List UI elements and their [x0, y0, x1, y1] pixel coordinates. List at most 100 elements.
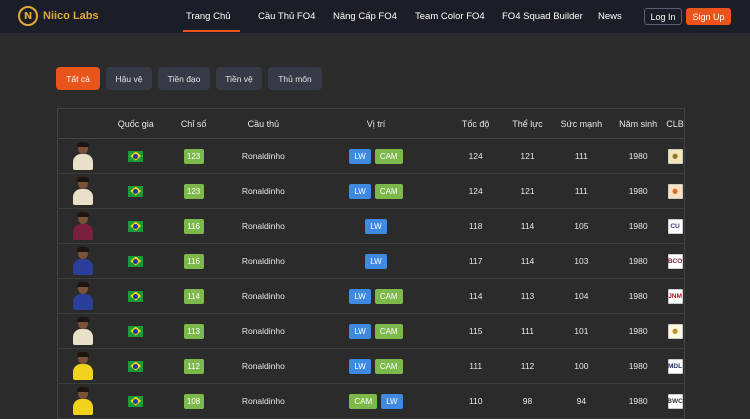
- positions-cell: LW CAM: [303, 183, 449, 199]
- filter-tab-1[interactable]: Hậu vệ: [106, 67, 152, 90]
- avatar-kit: [72, 259, 93, 275]
- avatar-hair: [76, 387, 89, 392]
- birth-year-value: 1980: [628, 186, 648, 196]
- speed-value: 110: [468, 396, 483, 406]
- position-badge: LW: [349, 148, 371, 164]
- strength-value: 105: [574, 221, 589, 231]
- speed-value: 124: [468, 151, 483, 161]
- column-header-9: CLB: [666, 118, 684, 129]
- brazil-flag-icon: [128, 395, 144, 407]
- player-name[interactable]: Ronaldinho: [223, 186, 303, 196]
- ovr-badge: 114: [183, 288, 204, 304]
- nation-cell: [108, 290, 164, 302]
- player-avatar-cell: [58, 247, 108, 275]
- table-row[interactable]: 108 Ronaldinho CAM LW 110 98 94 1980 BWC: [57, 384, 685, 419]
- club-badge-icon: ◉: [667, 148, 683, 164]
- nav-item-2[interactable]: Nâng Cấp FO4: [333, 0, 397, 33]
- stamina-value: 114: [520, 256, 535, 266]
- table-row[interactable]: 123 Ronaldinho LW CAM 124 121 111 1980 ◉: [57, 139, 685, 174]
- nav-item-0[interactable]: Trang Chủ: [183, 0, 240, 33]
- login-button[interactable]: Log In: [644, 8, 682, 25]
- player-name[interactable]: Ronaldinho: [223, 151, 303, 161]
- nation-cell: [108, 220, 164, 232]
- birth-year-value: 1980: [628, 151, 648, 161]
- nav-item-3[interactable]: Team Color FO4: [415, 0, 485, 33]
- brazil-flag-icon: [128, 290, 144, 302]
- birth-year-value: 1980: [628, 291, 648, 301]
- filter-tab-3[interactable]: Tiền vệ: [216, 67, 262, 90]
- club-badge-icon: JNM: [667, 288, 683, 304]
- table-header: Quốc gia Chỉ số Cầu thủ Vị trí Tốc độ Thể lực…: [57, 108, 685, 139]
- stamina-value: 98: [522, 396, 533, 406]
- positions-cell: LW: [303, 253, 449, 269]
- brand-logo[interactable]: N Niico Labs: [18, 6, 99, 26]
- flag-circle: [133, 153, 139, 159]
- table-row[interactable]: 116 Ronaldinho LW 118 114 105 1980 CU: [57, 209, 685, 244]
- player-name[interactable]: Ronaldinho: [223, 256, 303, 266]
- club-cell: BWC: [666, 393, 684, 409]
- club-cell: JNM: [666, 288, 684, 304]
- player-avatar-cell: [58, 177, 108, 205]
- flag-circle: [133, 363, 139, 369]
- positions-cell: LW CAM: [303, 288, 449, 304]
- player-avatar-cell: [58, 387, 108, 415]
- table-row[interactable]: 114 Ronaldinho LW CAM 114 113 104 1980 JNM: [57, 279, 685, 314]
- filter-tab-2[interactable]: Tiền đạo: [158, 67, 210, 90]
- positions-cell: LW CAM: [303, 358, 449, 374]
- column-header-7: Sức mạnh: [560, 118, 603, 129]
- column-header-4: Vị trí: [366, 118, 386, 129]
- position-badge: LW: [365, 218, 387, 234]
- ovr-badge: 108: [183, 393, 204, 409]
- avatar-kit: [72, 399, 93, 415]
- player-name[interactable]: Ronaldinho: [223, 291, 303, 301]
- avatar-kit: [72, 364, 93, 380]
- speed-value: 118: [468, 221, 483, 231]
- nation-cell: [108, 325, 164, 337]
- nation-cell: [108, 185, 164, 197]
- positions-cell: CAM LW: [303, 393, 449, 409]
- avatar-hair: [76, 317, 89, 322]
- brazil-flag-icon: [128, 360, 144, 372]
- table-row[interactable]: 116 Ronaldinho LW 117 114 103 1980 BCO: [57, 244, 685, 279]
- player-avatar-cell: [58, 317, 108, 345]
- player-name[interactable]: Ronaldinho: [223, 326, 303, 336]
- position-badge: LW: [349, 183, 371, 199]
- player-name[interactable]: Ronaldinho: [223, 221, 303, 231]
- stamina-value: 111: [521, 326, 534, 336]
- player-avatar: [72, 247, 94, 275]
- table-row[interactable]: 112 Ronaldinho LW CAM 111 112 100 1980 MDL: [57, 349, 685, 384]
- top-navbar: N Niico Labs Trang Chủ Cầu Thủ FO4 Nâng Cấ…: [0, 0, 750, 33]
- signup-button[interactable]: Sign Up: [686, 8, 731, 25]
- speed-value: 124: [468, 186, 483, 196]
- table-row[interactable]: 123 Ronaldinho LW CAM 124 121 111 1980 ◉: [57, 174, 685, 209]
- strength-value: 104: [574, 291, 589, 301]
- stamina-value: 121: [520, 151, 535, 161]
- strength-value: 101: [574, 326, 589, 336]
- flag-circle: [133, 328, 139, 334]
- nav-item-5[interactable]: News: [598, 0, 622, 33]
- position-badge: LW: [349, 358, 371, 374]
- position-badge: LW: [365, 253, 387, 269]
- filter-tab-4[interactable]: Thủ môn: [268, 67, 322, 90]
- filter-tab-0[interactable]: Tất cả: [56, 67, 100, 90]
- player-name[interactable]: Ronaldinho: [223, 361, 303, 371]
- player-avatar: [72, 317, 94, 345]
- player-avatar: [72, 282, 94, 310]
- avatar-kit: [72, 189, 93, 205]
- nation-cell: [108, 255, 164, 267]
- flag-circle: [133, 188, 139, 194]
- birth-year-value: 1980: [628, 326, 648, 336]
- player-avatar: [72, 212, 94, 240]
- ovr-badge: 116: [183, 253, 204, 269]
- nav-item-4[interactable]: FO4 Squad Builder: [502, 0, 583, 33]
- column-header-1: Quốc gia: [117, 118, 154, 129]
- avatar-kit: [72, 329, 93, 345]
- avatar-hair: [76, 142, 89, 147]
- table-row[interactable]: 113 Ronaldinho LW CAM 115 111 101 1980 ◉: [57, 314, 685, 349]
- positions-cell: LW: [303, 218, 449, 234]
- club-cell: ◉: [666, 323, 684, 339]
- position-badge: CAM: [374, 288, 403, 304]
- player-name[interactable]: Ronaldinho: [223, 396, 303, 406]
- player-avatar: [72, 177, 94, 205]
- nav-item-1[interactable]: Cầu Thủ FO4: [258, 0, 315, 33]
